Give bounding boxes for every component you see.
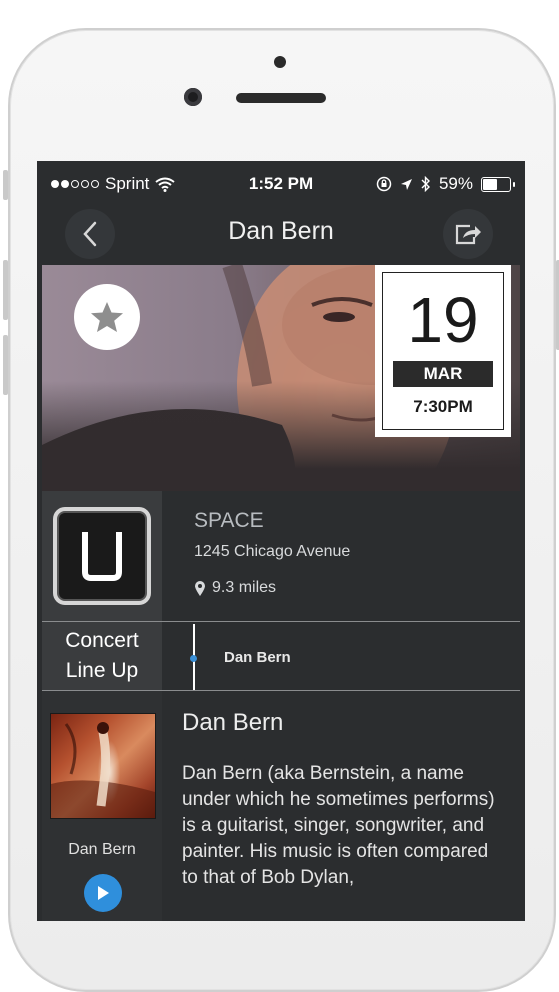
lineup-section: Concert Line Up Dan Bern [42,622,520,690]
lineup-label: Concert Line Up [42,622,162,690]
earpiece-speaker [236,93,326,103]
share-button[interactable] [443,209,493,259]
artist-bio: Dan Bern (aka Bernstein, a name under wh… [182,763,495,888]
navigation-bar: Dan Bern [37,205,525,265]
date-ticket: 19 MAR 7:30PM [375,265,511,437]
artist-sidebar: Dan Bern [42,691,162,921]
play-button[interactable] [84,874,122,912]
event-time: 7:30PM [413,397,473,416]
status-bar: Sprint 1:52 PM 59% [37,161,525,205]
favorite-button[interactable] [74,284,140,350]
status-right: 59% [376,174,515,194]
orientation-lock-icon [376,176,392,192]
venue-distance: 9.3 miles [194,579,276,597]
venue-name: SPACE [194,509,264,532]
distance-text: 9.3 miles [212,579,277,596]
album-cover-image[interactable] [50,713,156,819]
venue-section: SPACE 1245 Chicago Avenue 9.3 miles [42,491,520,621]
play-icon [98,886,109,900]
lineup-artist-item[interactable]: Dan Bern [224,649,291,666]
lineup-label-line2: Line Up [65,659,139,682]
proximity-sensor [274,56,286,68]
location-arrow-icon [400,178,412,190]
volume-up-button [3,260,8,320]
artist-section: Dan Bern Dan Bern Dan Bern (aka Bernstei… [42,691,520,921]
star-icon [91,302,123,332]
event-day: 19 [407,284,479,356]
lineup-label-line1: Concert [65,629,139,652]
volume-down-button [3,335,8,395]
battery-percent: 59% [438,174,473,193]
bluetooth-icon [421,176,430,192]
event-month: MAR [393,361,493,387]
app-screen: Sprint 1:52 PM 59% Dan Bern 19 MAR 7:30P… [37,161,525,921]
artist-name: Dan Bern [182,709,284,736]
share-icon [455,224,481,245]
front-camera [184,88,202,106]
map-pin-icon [195,580,205,596]
album-caption: Dan Bern [68,841,136,858]
timeline-marker [190,655,197,662]
battery-icon [481,176,515,192]
uber-logo-icon [53,507,151,605]
uber-ride-button[interactable] [42,491,162,621]
artist-hero-photo: 19 MAR 7:30PM [42,265,520,491]
venue-address[interactable]: 1245 Chicago Avenue [194,543,350,561]
mute-switch [3,170,8,200]
